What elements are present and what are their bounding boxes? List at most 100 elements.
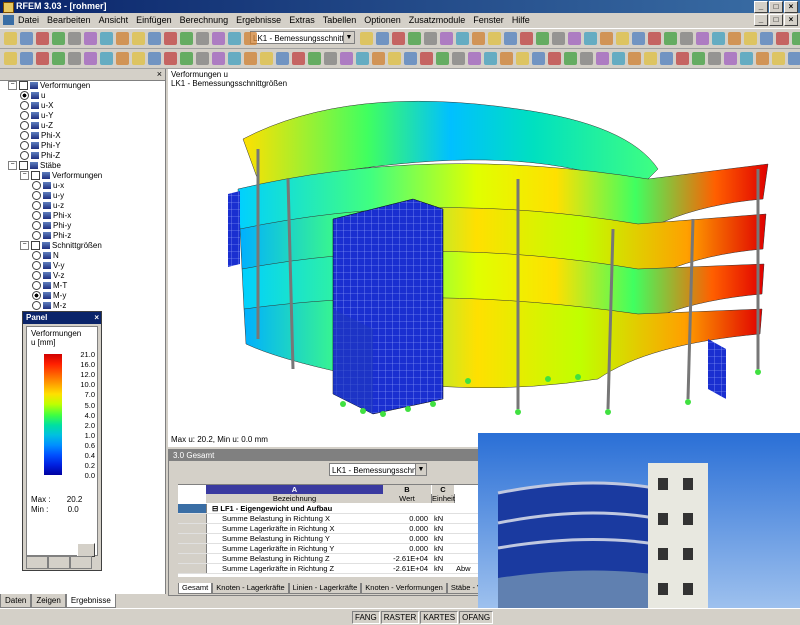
main-tool-8-icon[interactable] bbox=[132, 32, 145, 45]
main-tool-4-icon[interactable] bbox=[68, 32, 81, 45]
tree-item-phi-x[interactable]: Phi-X bbox=[20, 131, 61, 141]
main-tool-42-icon[interactable] bbox=[776, 32, 789, 45]
secondary-tool-18-icon[interactable] bbox=[292, 52, 305, 65]
row-selector[interactable] bbox=[178, 504, 207, 513]
minimize-button[interactable]: _ bbox=[754, 1, 768, 13]
structure-model[interactable] bbox=[168, 69, 800, 447]
main-tool-7-icon[interactable] bbox=[116, 32, 129, 45]
table-row[interactable]: Summe Lagerkräfte in Richtung X 0.000 kN bbox=[178, 524, 479, 534]
display-factor-tab[interactable] bbox=[48, 556, 70, 569]
secondary-tool-10-icon[interactable] bbox=[164, 52, 177, 65]
main-tool-6-icon[interactable] bbox=[100, 32, 113, 45]
radio-button[interactable] bbox=[20, 111, 29, 121]
main-tool-37-icon[interactable] bbox=[696, 32, 709, 45]
panel-settings-button[interactable] bbox=[77, 543, 95, 557]
mdi-restore-button[interactable]: □ bbox=[769, 14, 783, 26]
mdi-close-button[interactable]: × bbox=[784, 14, 798, 26]
tree-item-u-y[interactable]: u-y bbox=[32, 191, 64, 201]
radio-button[interactable] bbox=[32, 181, 41, 191]
radio-button[interactable] bbox=[20, 151, 29, 161]
row-selector[interactable] bbox=[178, 534, 207, 543]
tree-item-u-x[interactable]: u-x bbox=[32, 181, 64, 191]
row-selector[interactable] bbox=[178, 524, 207, 533]
secondary-tool-7-icon[interactable] bbox=[116, 52, 129, 65]
main-tool-18-icon[interactable] bbox=[392, 32, 405, 45]
tree-item-m-y[interactable]: M-y bbox=[32, 291, 66, 301]
menu-item-fenster[interactable]: Fenster bbox=[473, 15, 504, 25]
table-tab-2[interactable]: Linien - Lagerkräfte bbox=[288, 583, 362, 594]
collapse-icon[interactable]: − bbox=[8, 161, 17, 171]
row-selector[interactable] bbox=[178, 564, 207, 573]
table-row[interactable]: Summe Belastung in Richtung X 0.000 kN bbox=[178, 514, 479, 524]
radio-button[interactable] bbox=[20, 101, 29, 111]
secondary-tool-49-icon[interactable] bbox=[788, 52, 800, 65]
main-tool-12-icon[interactable] bbox=[196, 32, 209, 45]
collapse-icon[interactable]: − bbox=[8, 81, 17, 91]
secondary-tool-25-icon[interactable] bbox=[404, 52, 417, 65]
tree-item-n[interactable]: N bbox=[32, 251, 59, 261]
main-tool-33-icon[interactable] bbox=[632, 32, 645, 45]
tree-item-phi-z[interactable]: Phi-z bbox=[32, 231, 71, 241]
secondary-tool-48-icon[interactable] bbox=[772, 52, 785, 65]
secondary-tool-29-icon[interactable] bbox=[468, 52, 481, 65]
main-tool-21-icon[interactable] bbox=[440, 32, 453, 45]
secondary-tool-15-icon[interactable] bbox=[244, 52, 257, 65]
maximize-button[interactable]: □ bbox=[769, 1, 783, 13]
menu-item-hilfe[interactable]: Hilfe bbox=[512, 15, 530, 25]
main-tool-40-icon[interactable] bbox=[744, 32, 757, 45]
nav-tab-ergebnisse[interactable]: Ergebnisse bbox=[65, 594, 116, 608]
main-tool-11-icon[interactable] bbox=[180, 32, 193, 45]
radio-button[interactable] bbox=[32, 271, 41, 281]
close-button[interactable]: × bbox=[784, 1, 798, 13]
menu-item-datei[interactable]: Datei bbox=[18, 15, 39, 25]
main-tool-5-icon[interactable] bbox=[84, 32, 97, 45]
checkbox[interactable] bbox=[19, 81, 28, 91]
main-tool-10-icon[interactable] bbox=[164, 32, 177, 45]
secondary-tool-22-icon[interactable] bbox=[356, 52, 369, 65]
table-tab-0[interactable]: Gesamt bbox=[178, 583, 213, 594]
main-tool-15-icon[interactable] bbox=[244, 32, 257, 45]
tree-item-v-y[interactable]: V-y bbox=[32, 261, 65, 271]
tree-item-st-be[interactable]: − Stäbe bbox=[8, 161, 61, 171]
main-tool-2-icon[interactable] bbox=[36, 32, 49, 45]
tree-item-phi-x[interactable]: Phi-x bbox=[32, 211, 71, 221]
main-tool-1-icon[interactable] bbox=[20, 32, 33, 45]
nav-tab-daten[interactable]: Daten bbox=[0, 594, 32, 608]
radio-button[interactable] bbox=[32, 301, 41, 311]
radio-button[interactable] bbox=[32, 231, 41, 241]
secondary-tool-20-icon[interactable] bbox=[324, 52, 337, 65]
tree-item-phi-y[interactable]: Phi-y bbox=[32, 221, 71, 231]
nav-tab-zeigen[interactable]: Zeigen bbox=[31, 594, 66, 608]
menu-item-ansicht[interactable]: Ansicht bbox=[99, 15, 129, 25]
radio-button[interactable] bbox=[32, 201, 41, 211]
table-row[interactable]: Summe Belastung in Richtung Z -2.61E+04 kN bbox=[178, 554, 479, 564]
tree-item-u-z[interactable]: u-Z bbox=[20, 121, 53, 131]
secondary-tool-19-icon[interactable] bbox=[308, 52, 321, 65]
radio-button[interactable] bbox=[20, 121, 29, 131]
secondary-tool-30-icon[interactable] bbox=[484, 52, 497, 65]
main-tool-43-icon[interactable] bbox=[792, 32, 800, 45]
secondary-tool-38-icon[interactable] bbox=[612, 52, 625, 65]
secondary-tool-40-icon[interactable] bbox=[644, 52, 657, 65]
radio-button[interactable] bbox=[32, 211, 41, 221]
tree-item-u-y[interactable]: u-Y bbox=[20, 111, 53, 121]
tree-item-m-z[interactable]: M-z bbox=[32, 301, 66, 311]
checkbox[interactable] bbox=[31, 171, 40, 181]
radio-button[interactable] bbox=[32, 221, 41, 231]
mdi-minimize-button[interactable]: _ bbox=[754, 14, 768, 26]
secondary-tool-2-icon[interactable] bbox=[36, 52, 49, 65]
menu-item-tabellen[interactable]: Tabellen bbox=[323, 15, 357, 25]
menu-item-bearbeiten[interactable]: Bearbeiten bbox=[47, 15, 91, 25]
collapse-icon[interactable]: − bbox=[20, 241, 29, 251]
main-tool-23-icon[interactable] bbox=[472, 32, 485, 45]
row-selector[interactable] bbox=[178, 514, 207, 523]
radio-button[interactable] bbox=[20, 141, 29, 151]
checkbox[interactable] bbox=[31, 241, 40, 251]
secondary-tool-4-icon[interactable] bbox=[68, 52, 81, 65]
main-tool-38-icon[interactable] bbox=[712, 32, 725, 45]
secondary-tool-6-icon[interactable] bbox=[100, 52, 113, 65]
main-tool-31-icon[interactable] bbox=[600, 32, 613, 45]
secondary-tool-0-icon[interactable] bbox=[4, 52, 17, 65]
secondary-tool-46-icon[interactable] bbox=[740, 52, 753, 65]
radio-button[interactable] bbox=[20, 131, 29, 141]
